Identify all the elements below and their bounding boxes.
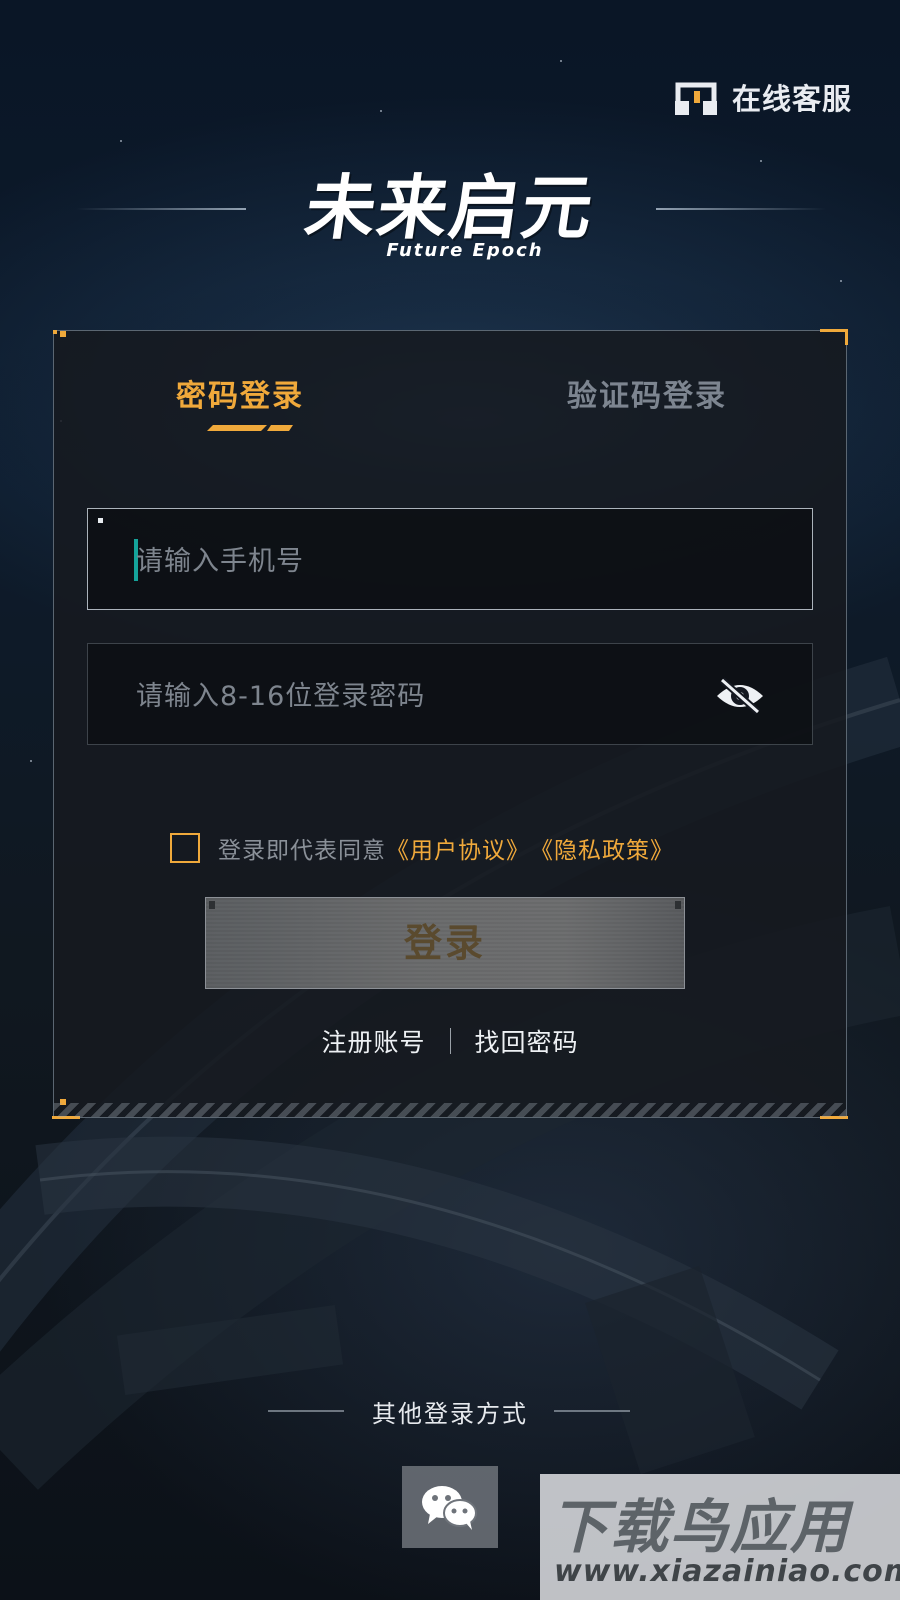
- headset-support-icon: [674, 82, 717, 115]
- panel-corner: [53, 330, 57, 334]
- other-login-title: 其他登录方式: [372, 1400, 528, 1428]
- agreement-row: 登录即代表同意 《用户协议》 《隐私政策》: [170, 831, 674, 865]
- active-tab-indicator: [207, 425, 293, 431]
- other-login-divider-right: [554, 1410, 630, 1412]
- register-link[interactable]: 注册账号: [321, 1028, 425, 1057]
- panel-corner: [845, 329, 848, 345]
- panel-corner: [60, 331, 66, 337]
- eye-off-icon[interactable]: [714, 676, 766, 716]
- login-screen: 在线客服 未来启元 Future Epoch 密码登录 验证码登录 请输入手机号…: [0, 0, 900, 1600]
- online-service-button[interactable]: 在线客服: [674, 76, 852, 118]
- site-watermark: 下载鸟应用 www.xiazainiao.com: [540, 1474, 900, 1600]
- other-login-divider-left: [268, 1410, 344, 1412]
- logo-title: 未来启元: [300, 167, 600, 249]
- star: [840, 280, 842, 282]
- phone-field: [87, 508, 813, 610]
- login-panel: 密码登录 验证码登录 登录即代表同意 《用户协: [52, 329, 848, 1119]
- privacy-policy-link[interactable]: 《隐私政策》: [530, 831, 674, 865]
- agreement-text: 登录即代表同意: [218, 838, 386, 864]
- app-logo: 未来启元 Future Epoch: [0, 167, 900, 261]
- tab-code-login[interactable]: 验证码登录: [567, 371, 727, 415]
- panel-stripe-decoration: [54, 1103, 846, 1117]
- watermark-title: 下载鸟应用: [550, 1493, 851, 1561]
- star: [560, 60, 562, 62]
- button-corner: [209, 901, 215, 909]
- password-input[interactable]: [134, 670, 698, 722]
- recover-password-link[interactable]: 找回密码: [475, 1028, 579, 1057]
- field-corner-dot: [98, 518, 103, 523]
- wechat-icon: [422, 1486, 477, 1530]
- password-field: [87, 643, 813, 745]
- wechat-login-button[interactable]: [402, 1466, 498, 1548]
- account-links: 注册账号 找回密码: [54, 1023, 846, 1059]
- link-separator: [449, 1028, 451, 1054]
- star: [760, 160, 762, 162]
- login-button-label: 登录: [403, 921, 486, 965]
- online-service-label: 在线客服: [731, 82, 852, 116]
- agreement-checkbox[interactable]: [170, 833, 200, 863]
- star: [30, 760, 32, 762]
- other-login-section: 其他登录方式: [0, 1394, 900, 1429]
- button-corner: [675, 901, 681, 909]
- watermark-url: www.xiazainiao.com: [554, 1554, 900, 1589]
- star: [120, 140, 122, 142]
- phone-input[interactable]: [134, 535, 698, 587]
- user-agreement-link[interactable]: 《用户协议》: [386, 831, 530, 865]
- panel-corner: [820, 329, 848, 332]
- login-tabs: 密码登录 验证码登录: [54, 371, 846, 451]
- star: [380, 110, 382, 112]
- login-button[interactable]: 登录: [205, 897, 685, 989]
- tab-password-login[interactable]: 密码登录: [176, 371, 304, 415]
